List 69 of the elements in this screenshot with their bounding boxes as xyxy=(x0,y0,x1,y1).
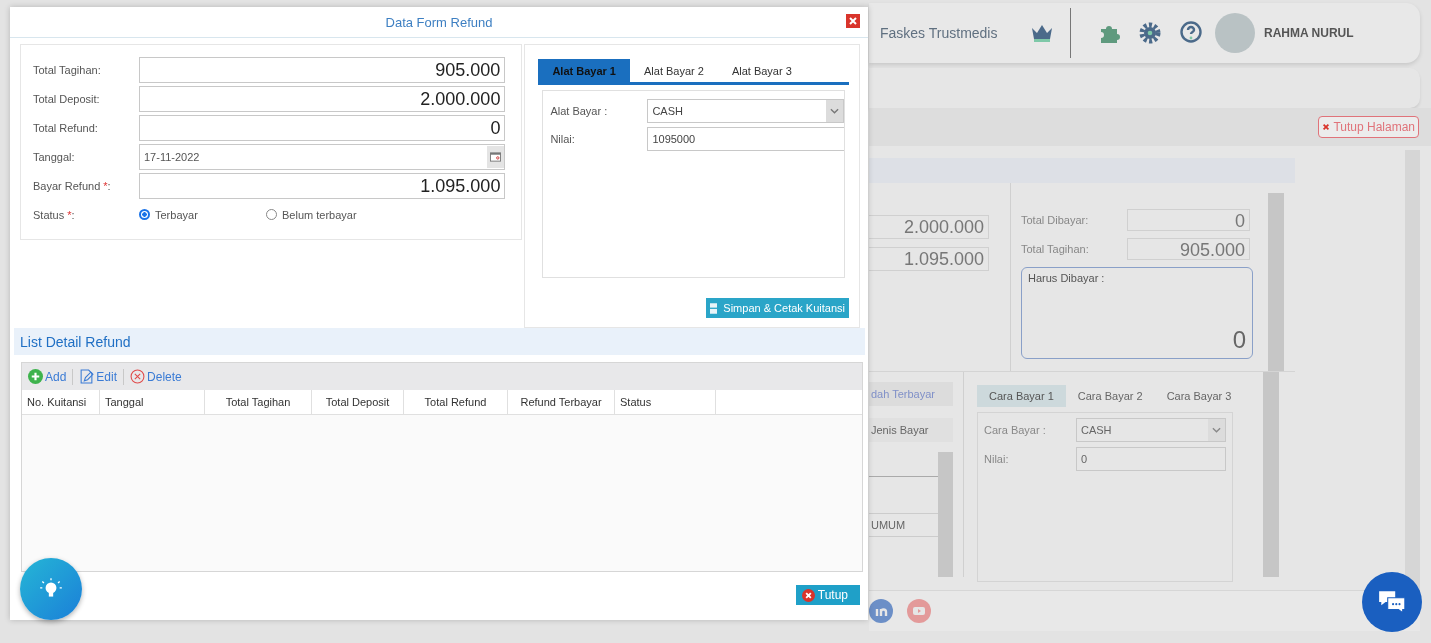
youtube-icon[interactable] xyxy=(907,599,931,623)
scrollbar[interactable] xyxy=(1263,372,1279,577)
amount-field[interactable]: 905.000 xyxy=(139,56,506,83)
help-icon[interactable] xyxy=(1179,21,1203,45)
chevron-down-icon xyxy=(830,108,839,114)
field-label: Nilai: xyxy=(550,133,576,145)
field-label: Total Refund: xyxy=(33,121,99,134)
calendar-icon[interactable] xyxy=(490,151,502,162)
close-icon xyxy=(801,588,815,602)
due-label: Harus Dibayar : xyxy=(1028,272,1106,284)
field-label: Bayar Refund *: xyxy=(33,179,112,192)
field-label: Alat Bayar : xyxy=(550,105,609,117)
status-radio[interactable]: Terbayar xyxy=(139,208,266,221)
toolbar-button[interactable]: Edit xyxy=(79,369,118,384)
amount-field: 1.095.000 xyxy=(869,247,989,271)
scrollbar[interactable] xyxy=(938,452,953,577)
date-field[interactable]: 17-11-2022 xyxy=(139,143,506,170)
field-label: Status *: xyxy=(33,208,76,221)
user-name: RAHMA NURUL xyxy=(1264,26,1354,40)
save-icon xyxy=(710,302,718,314)
payment-tab[interactable]: Alat Bayar 1 xyxy=(538,59,630,82)
payment-tab[interactable]: Cara Bayar 1 xyxy=(977,385,1066,407)
payment-tab[interactable]: Alat Bayar 2 xyxy=(630,59,718,82)
amount-field[interactable]: 0 xyxy=(139,114,506,141)
dialog-title: Data Form Refund xyxy=(385,14,493,30)
status-radio[interactable]: Belum terbayar xyxy=(266,208,393,221)
linkedin-icon[interactable] xyxy=(869,599,893,623)
close-icon[interactable] xyxy=(846,14,860,28)
scrollbar[interactable] xyxy=(1268,193,1284,371)
amount-input[interactable]: 0 xyxy=(1075,447,1226,471)
amount-field: 0 xyxy=(1127,209,1250,231)
toolbar-button[interactable]: Add xyxy=(28,369,67,384)
chat-icon xyxy=(1377,589,1407,615)
column-header[interactable]: Status xyxy=(615,390,716,414)
column-header[interactable]: Total Refund xyxy=(404,390,508,414)
delete-icon xyxy=(130,369,146,384)
amount-field[interactable]: 2.000.000 xyxy=(139,85,506,112)
edit-icon xyxy=(79,369,95,384)
field-label: Nilai: xyxy=(984,453,1010,465)
due-amount: 0 xyxy=(1231,326,1246,354)
amount-field: 905.000 xyxy=(1127,238,1250,260)
field-label: Total Tagihan: xyxy=(1021,243,1090,255)
payment-method-dropdown[interactable]: CASH xyxy=(647,99,844,123)
column-header[interactable]: Total Tagihan xyxy=(205,390,312,414)
settings-icon[interactable] xyxy=(1138,21,1162,45)
amount-field[interactable]: 1.095.000 xyxy=(139,172,506,199)
column-header[interactable]: Tanggal xyxy=(100,390,205,414)
field-label: Total Tagihan: xyxy=(33,63,102,76)
close-icon xyxy=(1322,123,1331,131)
avatar[interactable] xyxy=(1215,13,1255,53)
field-label: Total Dibayar: xyxy=(1021,214,1090,226)
payment-tab[interactable]: Cara Bayar 3 xyxy=(1154,385,1244,407)
column-header[interactable]: Total Deposit xyxy=(312,390,404,414)
column-header: Jenis Bayar xyxy=(869,418,953,442)
facility-name: Faskes Trustmedis xyxy=(880,25,999,41)
payment-method-dropdown[interactable]: CASH xyxy=(1075,418,1226,442)
amount-input[interactable]: 1095000 xyxy=(647,127,844,151)
column-header[interactable]: No. Kuitansi xyxy=(22,390,100,414)
payment-tab[interactable]: Alat Bayar 3 xyxy=(717,59,806,82)
payment-tab[interactable]: Cara Bayar 2 xyxy=(1065,385,1155,407)
field-label: Cara Bayar : xyxy=(984,424,1047,436)
column-header[interactable]: Refund Terbayar xyxy=(508,390,615,414)
scrollbar[interactable] xyxy=(1405,150,1420,590)
section-title: List Detail Refund xyxy=(20,333,131,350)
plus-icon xyxy=(28,369,43,384)
field-label: Total Deposit: xyxy=(33,92,101,105)
amount-field: 2.000.000 xyxy=(869,215,989,239)
field-label: Tanggal: xyxy=(33,150,76,163)
chevron-down-icon xyxy=(1212,427,1221,433)
